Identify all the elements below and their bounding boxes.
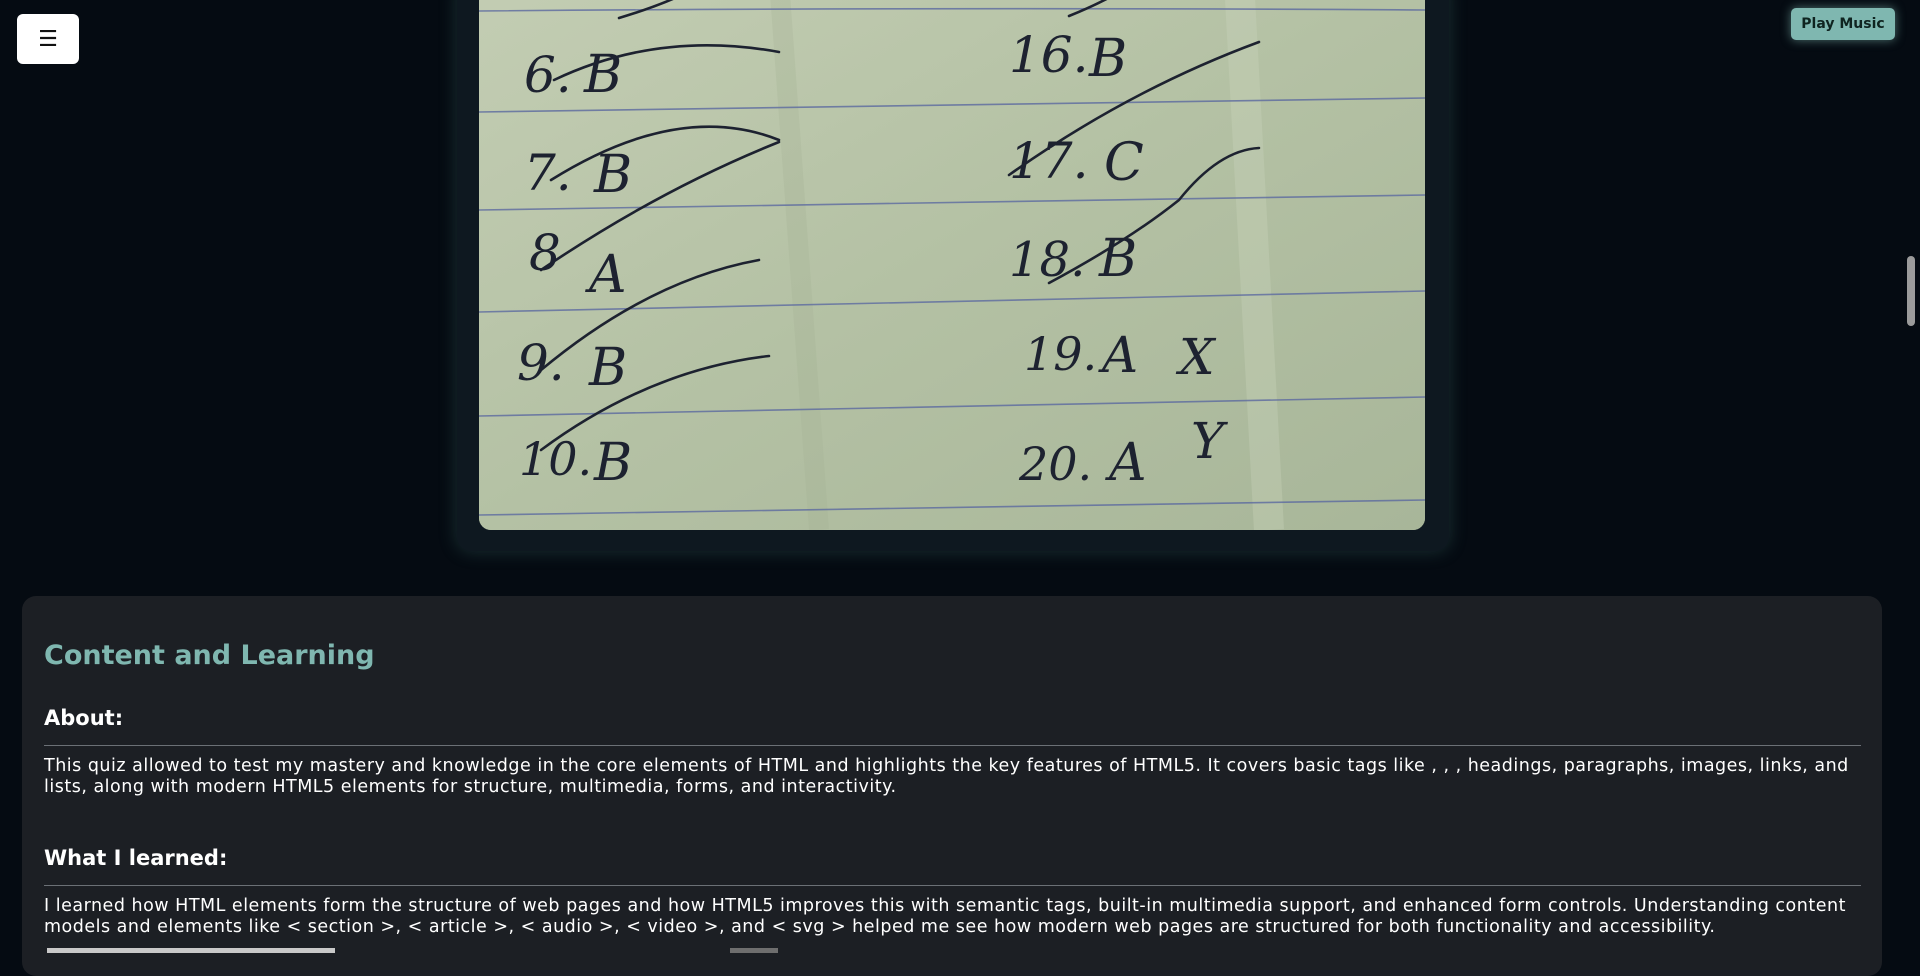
about-divider [44, 745, 1861, 746]
media-control-bar[interactable] [730, 948, 778, 953]
svg-text:B: B [588, 338, 627, 398]
about-heading: About: [44, 706, 124, 730]
svg-text:B: B [593, 145, 632, 205]
svg-text:17.: 17. [1009, 132, 1089, 190]
svg-text:B: B [1098, 229, 1137, 289]
photo-frame: 6. B 7. B 8 A 9. B 10. B 16. B 17. C 18.… [457, 0, 1449, 551]
svg-text:16.: 16. [1009, 26, 1089, 84]
svg-text:20.: 20. [1018, 437, 1092, 491]
svg-text:Y: Y [1191, 412, 1228, 470]
svg-text:X: X [1175, 328, 1217, 386]
quiz-answers-photo: 6. B 7. B 8 A 9. B 10. B 16. B 17. C 18.… [479, 0, 1425, 530]
svg-text:B: B [1088, 29, 1127, 89]
hamburger-menu-icon: ☰ [38, 26, 58, 52]
svg-text:A: A [1098, 326, 1138, 384]
svg-text:8: 8 [529, 224, 561, 282]
menu-button[interactable]: ☰ [17, 14, 79, 64]
svg-text:B: B [593, 433, 632, 493]
svg-text:10.: 10. [519, 432, 592, 486]
play-music-button[interactable]: Play Music [1791, 8, 1895, 40]
learned-heading: What I learned: [44, 846, 228, 870]
svg-text:19.: 19. [1024, 327, 1097, 381]
handwritten-answers-image: 6. B 7. B 8 A 9. B 10. B 16. B 17. C 18.… [479, 0, 1425, 530]
svg-text:7.: 7. [524, 144, 572, 202]
content-title: Content and Learning [44, 640, 375, 671]
svg-text:A: A [1105, 433, 1147, 493]
about-text: This quiz allowed to test my mastery and… [44, 756, 1849, 797]
svg-text:C: C [1104, 133, 1144, 193]
learned-divider [44, 885, 1861, 886]
svg-text:6.: 6. [524, 46, 572, 104]
content-card: Content and Learning About: This quiz al… [22, 596, 1882, 976]
svg-text:9.: 9. [517, 334, 565, 392]
play-music-label: Play Music [1801, 16, 1885, 32]
svg-text:A: A [585, 245, 627, 305]
scrollbar-thumb[interactable] [1907, 256, 1915, 326]
learned-text: I learned how HTML elements form the str… [44, 896, 1846, 937]
media-progress-bar[interactable] [47, 948, 335, 953]
svg-text:B: B [583, 45, 622, 105]
svg-text:18.: 18. [1009, 232, 1085, 288]
